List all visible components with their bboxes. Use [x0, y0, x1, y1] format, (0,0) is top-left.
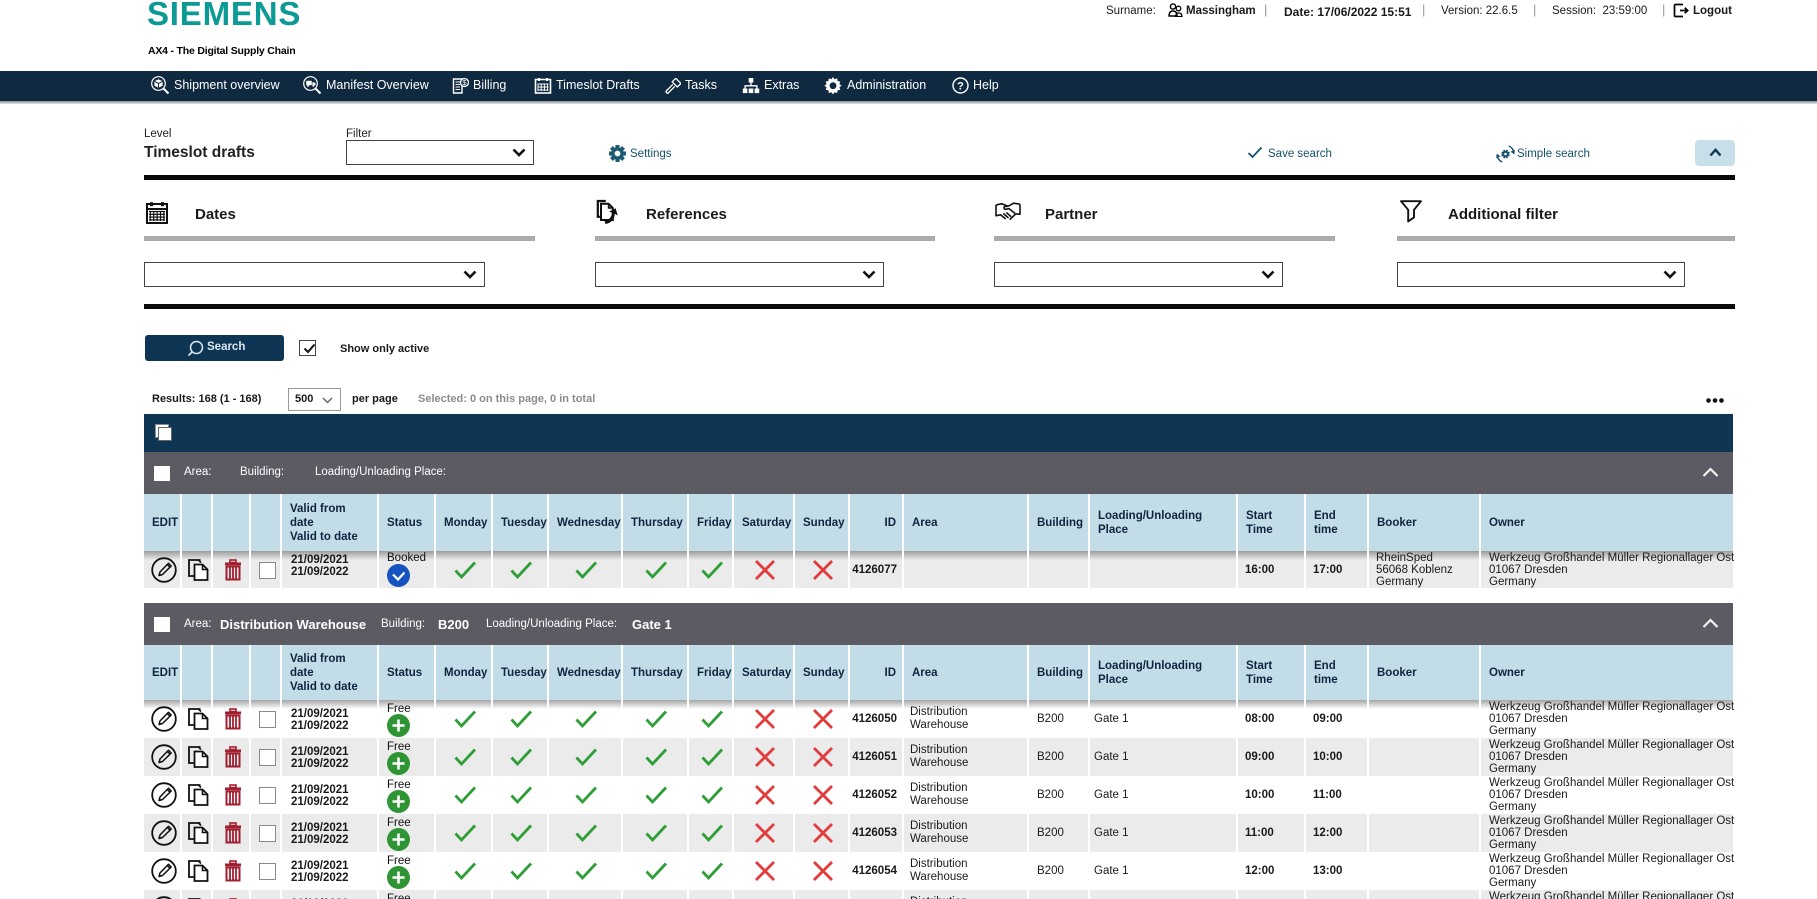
svg-text:?: ?	[957, 81, 964, 93]
